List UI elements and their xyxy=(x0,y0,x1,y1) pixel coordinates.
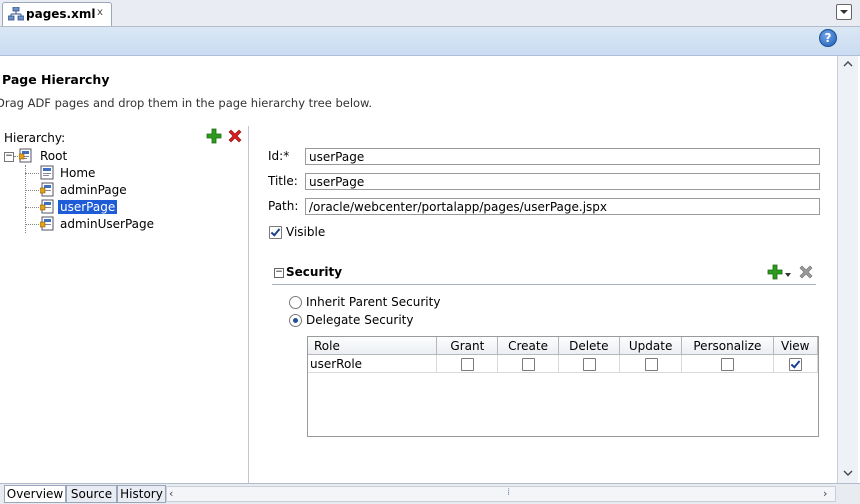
create-cell xyxy=(497,354,559,373)
tree-connector xyxy=(25,173,39,174)
delete-icon[interactable] xyxy=(227,128,243,144)
collapse-toggle-icon[interactable]: − xyxy=(4,152,14,162)
help-icon[interactable]: ? xyxy=(819,29,837,47)
chevron-down-icon[interactable] xyxy=(785,267,791,277)
tree-node-label: adminPage xyxy=(60,183,127,197)
id-label: Id:* xyxy=(268,149,290,163)
column-header-update[interactable]: Update xyxy=(619,337,683,355)
tree-node-home[interactable]: Home xyxy=(25,165,135,182)
scroll-thumb-grip[interactable]: ⁞ xyxy=(507,487,510,498)
delegate-security-radio[interactable] xyxy=(289,314,302,327)
hierarchy-label: Hierarchy: xyxy=(4,131,66,145)
scroll-left-icon[interactable]: ‹ xyxy=(169,487,173,500)
tree-connector xyxy=(25,224,39,225)
grant-cell xyxy=(436,354,499,373)
chevron-down-icon xyxy=(840,10,848,14)
column-header-personalize[interactable]: Personalize xyxy=(681,337,774,355)
tab-history[interactable]: History xyxy=(117,485,166,503)
role-cell: userRole xyxy=(308,354,438,373)
view-cell xyxy=(773,354,818,373)
visible-checkbox[interactable] xyxy=(269,226,282,239)
add-icon[interactable] xyxy=(206,128,222,144)
inherit-parent-security-label: Inherit Parent Security xyxy=(306,295,441,309)
inherit-parent-security-radio[interactable] xyxy=(289,296,302,309)
visible-label: Visible xyxy=(286,225,326,239)
scroll-down-icon[interactable] xyxy=(841,467,855,479)
tree-node-label: Home xyxy=(60,166,96,180)
path-field[interactable]: /oracle/webcenter/portalapp/pages/userPa… xyxy=(305,198,820,215)
collapse-section-icon[interactable]: − xyxy=(274,268,284,278)
secured-page-icon xyxy=(39,182,54,197)
tree-node-userpage[interactable]: userPage xyxy=(25,199,155,216)
tree-connector xyxy=(25,207,39,208)
delegate-security-label: Delegate Security xyxy=(306,313,414,327)
scroll-up-icon[interactable] xyxy=(841,58,855,70)
editor-tab-strip: pages.xml x xyxy=(0,0,860,27)
column-header-create[interactable]: Create xyxy=(497,337,559,355)
editor-tab-pages-xml[interactable]: pages.xml x xyxy=(2,2,112,26)
tree-node-adminpage[interactable]: adminPage xyxy=(25,182,155,199)
path-label: Path: xyxy=(268,199,299,213)
update-checkbox[interactable] xyxy=(644,358,658,371)
page-description: Drag ADF pages and drop them in the page… xyxy=(0,96,373,110)
role-permissions-table: Role Grant Create Delete Update Personal… xyxy=(307,336,819,437)
tab-close-icon[interactable]: x xyxy=(97,7,103,18)
update-cell xyxy=(619,354,683,373)
security-title: Security xyxy=(286,265,343,279)
column-header-role[interactable]: Role xyxy=(308,337,438,355)
xml-file-icon xyxy=(7,6,25,21)
column-header-view[interactable]: View xyxy=(773,337,818,355)
secured-page-icon xyxy=(39,199,54,214)
id-field[interactable]: userPage xyxy=(305,148,820,165)
add-role-icon[interactable] xyxy=(767,264,783,280)
tree-connector xyxy=(25,190,39,191)
title-field[interactable]: userPage xyxy=(305,173,820,190)
tree-node-label: Root xyxy=(40,149,68,163)
tree-node-label: adminUserPage xyxy=(60,217,155,231)
delete-checkbox[interactable] xyxy=(582,358,596,371)
grant-checkbox[interactable] xyxy=(461,358,475,371)
page-icon xyxy=(40,165,54,180)
horizontal-scrollbar[interactable]: ‹ ⁞ › xyxy=(166,486,836,502)
security-section-header: − Security xyxy=(272,264,816,285)
page-hierarchy-editor: Page Hierarchy Drag ADF pages and drop t… xyxy=(0,56,836,483)
page-title: Page Hierarchy xyxy=(2,72,110,87)
page-folder-icon xyxy=(18,148,33,163)
column-header-grant[interactable]: Grant xyxy=(436,337,499,355)
delete-role-icon[interactable] xyxy=(798,264,814,280)
table-row[interactable]: userRole xyxy=(308,354,818,373)
column-header-delete[interactable]: Delete xyxy=(558,337,620,355)
secured-page-icon xyxy=(39,216,54,231)
tree-node-root[interactable]: − Root xyxy=(4,148,94,165)
hierarchy-pane: Hierarchy: − Root Home adminPage userPag… xyxy=(0,126,249,483)
scroll-right-icon[interactable]: › xyxy=(823,487,827,500)
personalize-checkbox[interactable] xyxy=(721,358,735,371)
editor-bottom-tabs: Overview Source History ‹ ⁞ › xyxy=(0,483,860,504)
view-checkbox[interactable] xyxy=(789,358,803,371)
create-checkbox[interactable] xyxy=(522,358,536,371)
editor-header-bar: ? xyxy=(0,27,860,56)
vertical-scrollbar[interactable] xyxy=(837,56,858,483)
table-header-row: Role Grant Create Delete Update Personal… xyxy=(308,337,818,355)
tab-overview[interactable]: Overview xyxy=(4,485,66,503)
tree-node-adminuserpage[interactable]: adminUserPage xyxy=(25,216,185,233)
tree-node-label-selected: userPage xyxy=(58,200,118,214)
title-label: Title: xyxy=(268,174,298,188)
delete-cell xyxy=(558,354,620,373)
tab-list-dropdown-button[interactable] xyxy=(836,4,852,20)
personalize-cell xyxy=(681,354,774,373)
tab-source[interactable]: Source xyxy=(66,485,117,503)
tab-title: pages.xml xyxy=(26,7,96,21)
